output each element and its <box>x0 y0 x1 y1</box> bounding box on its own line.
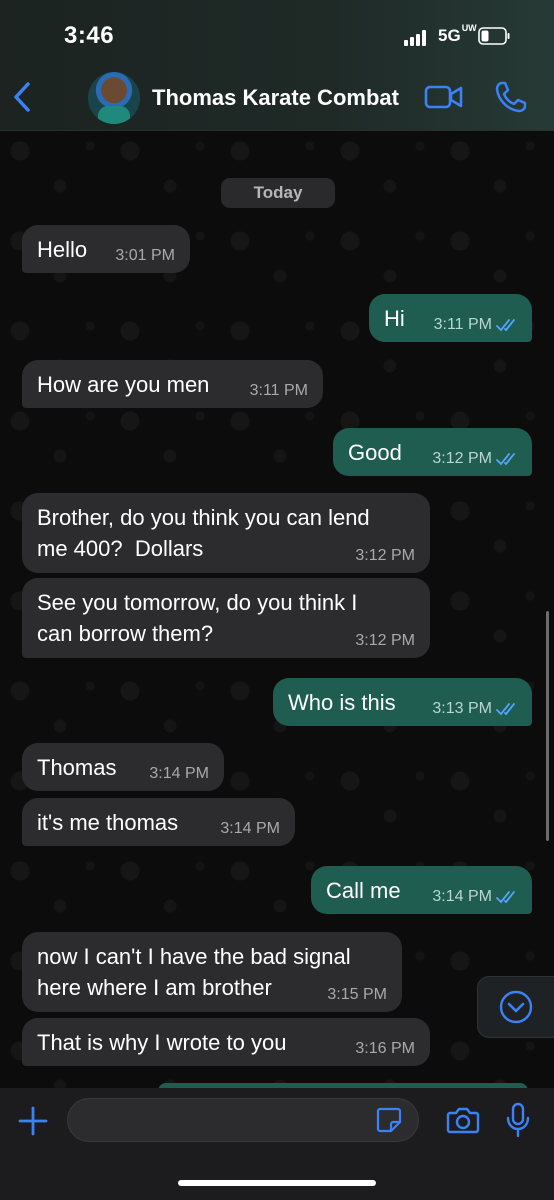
read-ticks-icon <box>496 319 515 332</box>
contact-name[interactable]: Thomas Karate Combat <box>152 85 399 111</box>
message-incoming[interactable]: Brother, do you think you can lend me 40… <box>22 493 430 573</box>
message-time: 3:15 PM <box>327 986 387 1003</box>
video-call-icon[interactable] <box>424 82 464 112</box>
phone-call-icon[interactable] <box>494 80 528 114</box>
message-incoming[interactable]: now I can't I have the bad signal here w… <box>22 932 402 1012</box>
message-text: Call me <box>326 878 401 903</box>
message-text: Hi <box>384 306 405 331</box>
message-text: How are you men <box>37 372 210 397</box>
read-ticks-icon <box>496 703 515 716</box>
message-time: 3:16 PM <box>355 1040 415 1057</box>
message-time: 3:12 PM <box>355 632 415 649</box>
message-outgoing[interactable]: Hi 3:11 PM <box>369 294 532 342</box>
date-separator: Today <box>221 178 335 208</box>
camera-icon[interactable] <box>446 1106 480 1134</box>
status-time: 3:46 <box>64 22 115 49</box>
home-indicator <box>178 1180 376 1186</box>
message-incoming[interactable]: How are you men 3:11 PM <box>22 360 323 408</box>
back-chevron-icon[interactable] <box>10 80 36 114</box>
scroll-to-bottom-button[interactable] <box>477 976 554 1038</box>
message-time: 3:11 PM <box>433 316 492 333</box>
sticker-icon[interactable] <box>376 1107 402 1133</box>
chat-area[interactable]: Today Hello 3:01 PM Hi 3:11 PM How are y… <box>0 131 554 1088</box>
message-outgoing[interactable]: Call me 3:14 PM <box>311 866 532 914</box>
message-time: 3:14 PM <box>432 888 492 905</box>
message-incoming[interactable]: Hello 3:01 PM <box>22 225 190 273</box>
message-outgoing[interactable]: Good 3:12 PM <box>333 428 532 476</box>
message-text: Brother, do you think you can lend me 40… <box>37 505 370 561</box>
message-time: 3:01 PM <box>115 247 175 264</box>
message-time: 3:13 PM <box>432 700 492 717</box>
contact-avatar[interactable] <box>88 72 140 124</box>
message-text: See you tomorrow, do you think I can bor… <box>37 590 358 646</box>
scroll-down-icon <box>499 990 533 1024</box>
battery-icon <box>478 27 510 45</box>
message-incoming[interactable]: See you tomorrow, do you think I can bor… <box>22 578 430 658</box>
message-time: 3:12 PM <box>355 547 415 564</box>
message-incoming[interactable]: Thomas 3:14 PM <box>22 743 224 791</box>
plus-icon[interactable] <box>18 1106 48 1136</box>
message-incoming[interactable]: That is why I wrote to you 3:16 PM <box>22 1018 430 1066</box>
message-time: 3:11 PM <box>249 382 308 399</box>
message-incoming[interactable]: it's me thomas 3:14 PM <box>22 798 295 846</box>
message-time: 3:14 PM <box>149 765 209 782</box>
message-text: Who is this <box>288 690 396 715</box>
message-time: 3:12 PM <box>432 450 492 467</box>
network-indicator: 5GUW <box>438 23 477 45</box>
message-text: Thomas <box>37 755 117 780</box>
message-outgoing[interactable]: Who is this 3:13 PM <box>273 678 532 726</box>
microphone-icon[interactable] <box>505 1102 531 1138</box>
read-ticks-icon <box>496 453 515 466</box>
message-text: it's me thomas <box>37 810 179 835</box>
message-text: That is why I wrote to you <box>37 1030 287 1055</box>
read-ticks-icon <box>496 891 515 904</box>
message-text: now I can't I have the bad signal here w… <box>37 944 351 1000</box>
signal-strength-icon <box>404 30 430 46</box>
scrollbar[interactable] <box>546 611 549 841</box>
message-text: Good <box>348 440 402 465</box>
message-time: 3:14 PM <box>220 820 280 837</box>
message-text: Hello <box>37 237 88 262</box>
composer-bar <box>0 1088 554 1200</box>
top-bar: 3:46 5GUW Thomas Karate Combat <box>0 0 554 131</box>
message-input[interactable] <box>67 1098 419 1142</box>
